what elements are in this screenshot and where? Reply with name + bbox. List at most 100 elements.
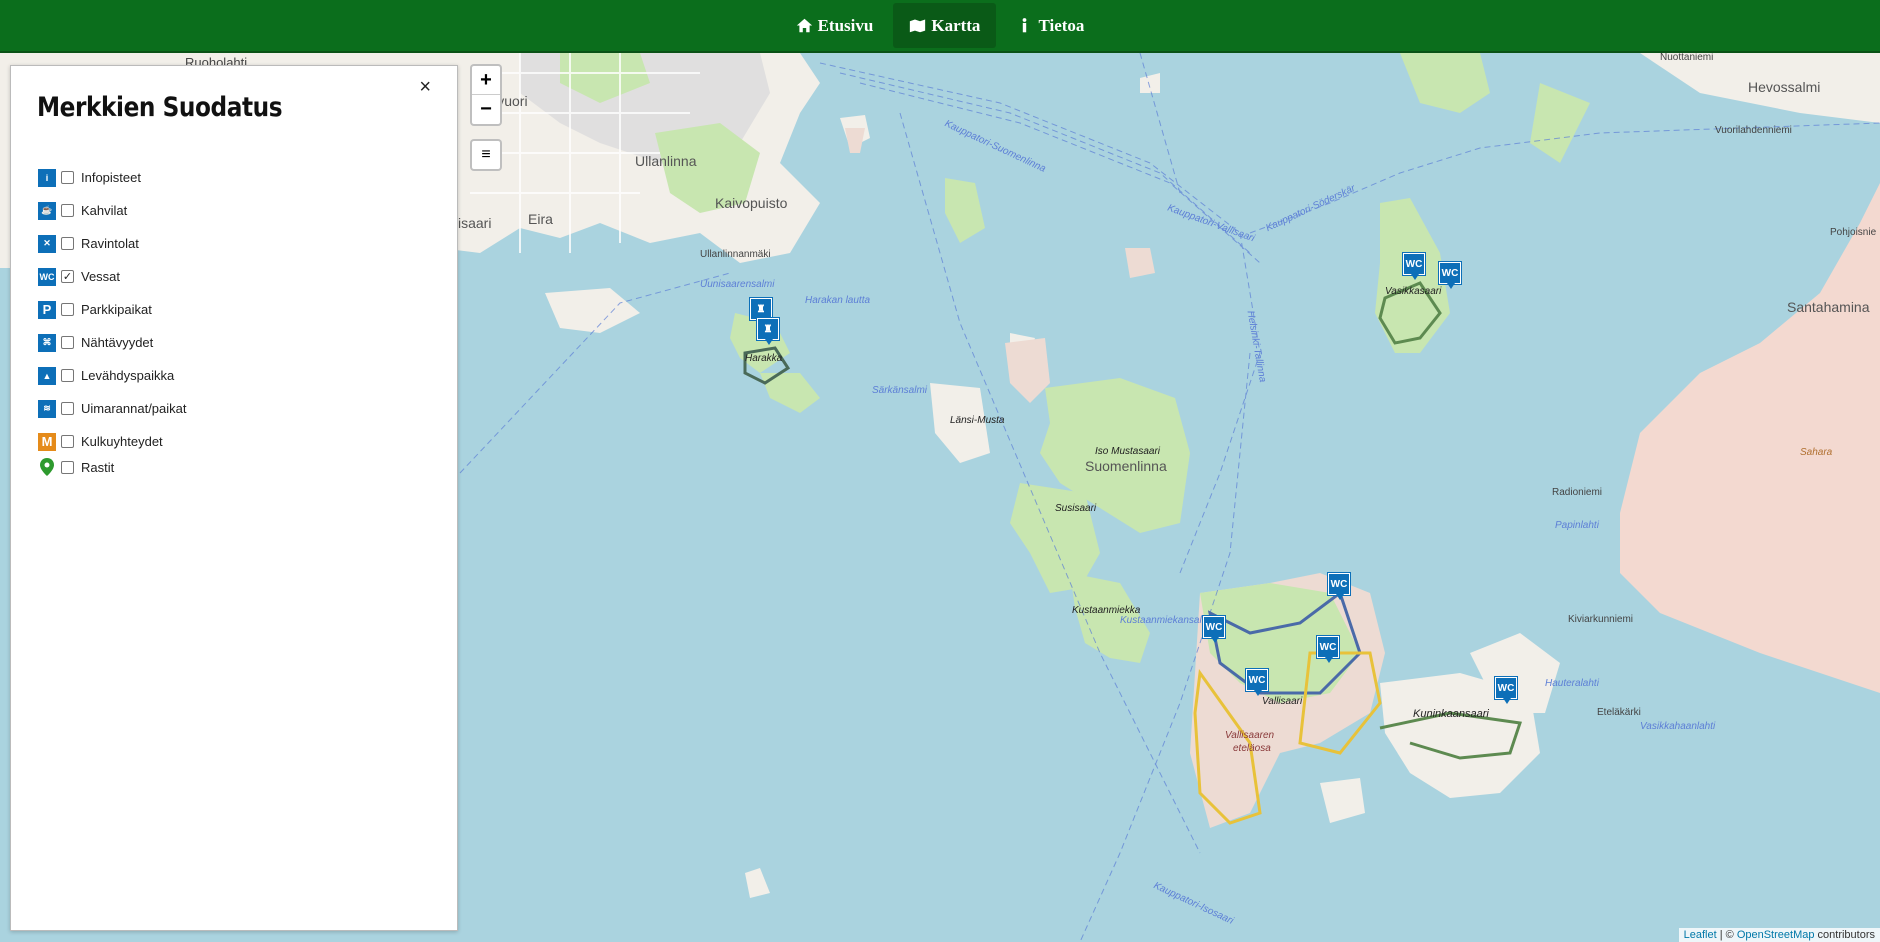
label-uunisaarensalmi: Uunisaarensalmi [700, 279, 775, 290]
nav-etusivu-label: Etusivu [817, 15, 874, 35]
filter-row-uimarannat[interactable]: ≋ Uimarannat/paikat [38, 392, 187, 425]
tower-marker-1[interactable]: ♜ [750, 298, 772, 325]
rest-area-icon: ▲ [38, 366, 56, 385]
filter-checkbox-kulkuyhteydet[interactable] [61, 435, 74, 448]
label-kiviarkunniemi: Kiviarkunniemi [1568, 614, 1634, 625]
filter-row-kulkuyhteydet[interactable]: M Kulkuyhteydet [38, 425, 187, 458]
filter-row-vessat[interactable]: WC ✓ Vessat [38, 260, 187, 293]
wc-marker-kuninkaansaari[interactable]: WC [1495, 677, 1517, 704]
label-suomenlinna: Suomenlinna [1085, 458, 1167, 474]
filter-row-infopisteet[interactable]: i Infopisteet [38, 161, 187, 194]
label-vallisaari: Vallisaari [1262, 696, 1303, 707]
info-icon [1023, 18, 1027, 33]
zoom-in-button[interactable]: + [472, 66, 500, 95]
wc-marker-vallisaari-1[interactable]: WC [1328, 573, 1350, 600]
filter-label: Infopisteet [81, 170, 141, 185]
filter-row-kahvilat[interactable]: ☕ Kahvilat [38, 194, 187, 227]
attribution-suffix: contributors [1814, 929, 1875, 941]
zoom-control: + − [470, 64, 502, 126]
filter-list: i Infopisteet ☕ Kahvilat ✕ Ravintolat WC… [38, 161, 187, 476]
osm-link[interactable]: OpenStreetMap [1737, 929, 1815, 941]
filter-checkbox-parkkipaikat[interactable] [61, 303, 74, 316]
filter-panel: Merkkien Suodatus × i Infopisteet ☕ Kahv… [10, 65, 458, 931]
label-sarkansalmi: Särkänsalmi [872, 385, 928, 396]
parking-icon: P [38, 300, 56, 319]
swimming-icon: ≋ [38, 399, 56, 418]
checkpoint-pin-icon [38, 458, 56, 476]
filter-label: Nähtävyydet [81, 335, 154, 350]
filter-checkbox-levahdyspaikka[interactable] [61, 369, 74, 382]
label-vuorilahdenniemi: Vuorilahdenniemi [1715, 125, 1792, 136]
label-papinlahti: Papinlahti [1555, 520, 1599, 531]
filter-checkbox-ravintolat[interactable] [61, 237, 74, 250]
label-harakka: Harakka [745, 353, 783, 364]
label-vallisaaren-etelaosa-2: eteläosa [1233, 743, 1271, 754]
filter-label: Vessat [81, 269, 121, 284]
filter-row-nahtavyydet[interactable]: ⌘ Nähtävyydet [38, 326, 187, 359]
home-icon [796, 18, 812, 33]
restaurant-icon: ✕ [38, 234, 56, 253]
filter-checkbox-infopisteet[interactable] [61, 171, 74, 184]
filter-row-parkkipaikat[interactable]: P Parkkipaikat [38, 293, 187, 326]
label-vallisaaren-etelaosa-1: Vallisaaren [1225, 730, 1275, 741]
filter-row-levahdyspaikka[interactable]: ▲ Levähdyspaikka [38, 359, 187, 392]
filter-row-rastit[interactable]: Rastit [38, 458, 187, 476]
label-ullanlinna: Ullanlinna [635, 153, 697, 169]
wc-marker-vallisaari-3[interactable]: WC [1317, 636, 1339, 663]
map-attribution: Leaflet | © OpenStreetMap contributors [1678, 928, 1880, 942]
label-vasikkahaanlahti: Vasikkahaanlahti [1640, 721, 1716, 732]
zoom-out-button[interactable]: − [472, 95, 500, 124]
close-panel-button[interactable]: × [419, 76, 431, 99]
filter-label: Ravintolat [81, 236, 139, 251]
label-sisaari: isaari [458, 215, 492, 231]
filter-label: Kulkuyhteydet [81, 434, 163, 449]
label-kaivopuisto: Kaivopuisto [715, 195, 788, 211]
nav-tietoa-label: Tietoa [1038, 15, 1085, 35]
map-icon [910, 19, 926, 33]
filter-checkbox-rastit[interactable] [61, 460, 74, 474]
leaflet-link[interactable]: Leaflet [1684, 929, 1717, 941]
filter-label: Levähdyspaikka [81, 368, 175, 383]
label-vasikkasaari: Vasikkasaari [1385, 286, 1442, 297]
sights-icon: ⌘ [38, 333, 56, 352]
panel-title: Merkkien Suodatus [37, 92, 283, 123]
wc-marker-vasikkasaari-2[interactable]: WC [1439, 262, 1461, 289]
attribution-separator: | © [1716, 929, 1737, 941]
label-eira: Eira [528, 211, 553, 227]
label-etelakarki: Eteläkärki [1597, 707, 1641, 718]
label-hauteralahti: Hauteralahti [1545, 678, 1599, 689]
filter-label: Rastit [81, 459, 115, 475]
filter-checkbox-nahtavyydet[interactable] [61, 336, 74, 349]
label-lansi-musta: Länsi-Musta [950, 415, 1005, 426]
transport-icon: M [38, 432, 56, 451]
filter-label: Uimarannat/paikat [81, 401, 187, 416]
top-navbar: Etusivu Kartta Tietoa [0, 0, 1880, 53]
label-iso-mustasaari: Iso Mustasaari [1095, 446, 1161, 457]
wc-marker-vallisaari-4[interactable]: WC [1246, 669, 1268, 696]
nav-kartta-label: Kartta [931, 15, 981, 35]
layers-toggle-button[interactable]: ≡ [470, 139, 502, 171]
tower-marker-2[interactable]: ♜ [757, 318, 779, 345]
label-harakan-lautta: Harakan lautta [805, 295, 871, 306]
filter-checkbox-vessat[interactable]: ✓ [61, 270, 74, 283]
filter-label: Kahvilat [81, 203, 128, 218]
cafe-icon: ☕ [38, 201, 56, 220]
label-santahamina: Santahamina [1787, 299, 1870, 315]
wc-marker-vasikkasaari-1[interactable]: WC [1403, 253, 1425, 280]
label-ullanlinnanmaki: Ullanlinnanmäki [700, 249, 771, 260]
label-pohjoisnie: Pohjoisnie [1830, 227, 1877, 238]
label-radioniemi: Radioniemi [1552, 487, 1603, 498]
nav-kartta[interactable]: Kartta [893, 3, 997, 48]
nav-tietoa[interactable]: Tietoa [1000, 3, 1100, 48]
filter-label: Parkkipaikat [81, 302, 152, 317]
label-nuottaniemi: Nuottaniemi [1660, 53, 1714, 63]
filter-row-ravintolat[interactable]: ✕ Ravintolat [38, 227, 187, 260]
label-sahara: Sahara [1800, 447, 1833, 458]
label-hevossalmi: Hevossalmi [1748, 79, 1821, 95]
filter-checkbox-kahvilat[interactable] [61, 204, 74, 217]
label-kustaanmiekansalmi: Kustaanmiekansalmi [1120, 615, 1213, 626]
wc-marker-vallisaari-2[interactable]: WC [1203, 616, 1225, 643]
filter-checkbox-uimarannat[interactable] [61, 402, 74, 415]
nav-etusivu[interactable]: Etusivu [780, 3, 890, 48]
label-kuninkaansaari: Kuninkaansaari [1413, 708, 1489, 720]
